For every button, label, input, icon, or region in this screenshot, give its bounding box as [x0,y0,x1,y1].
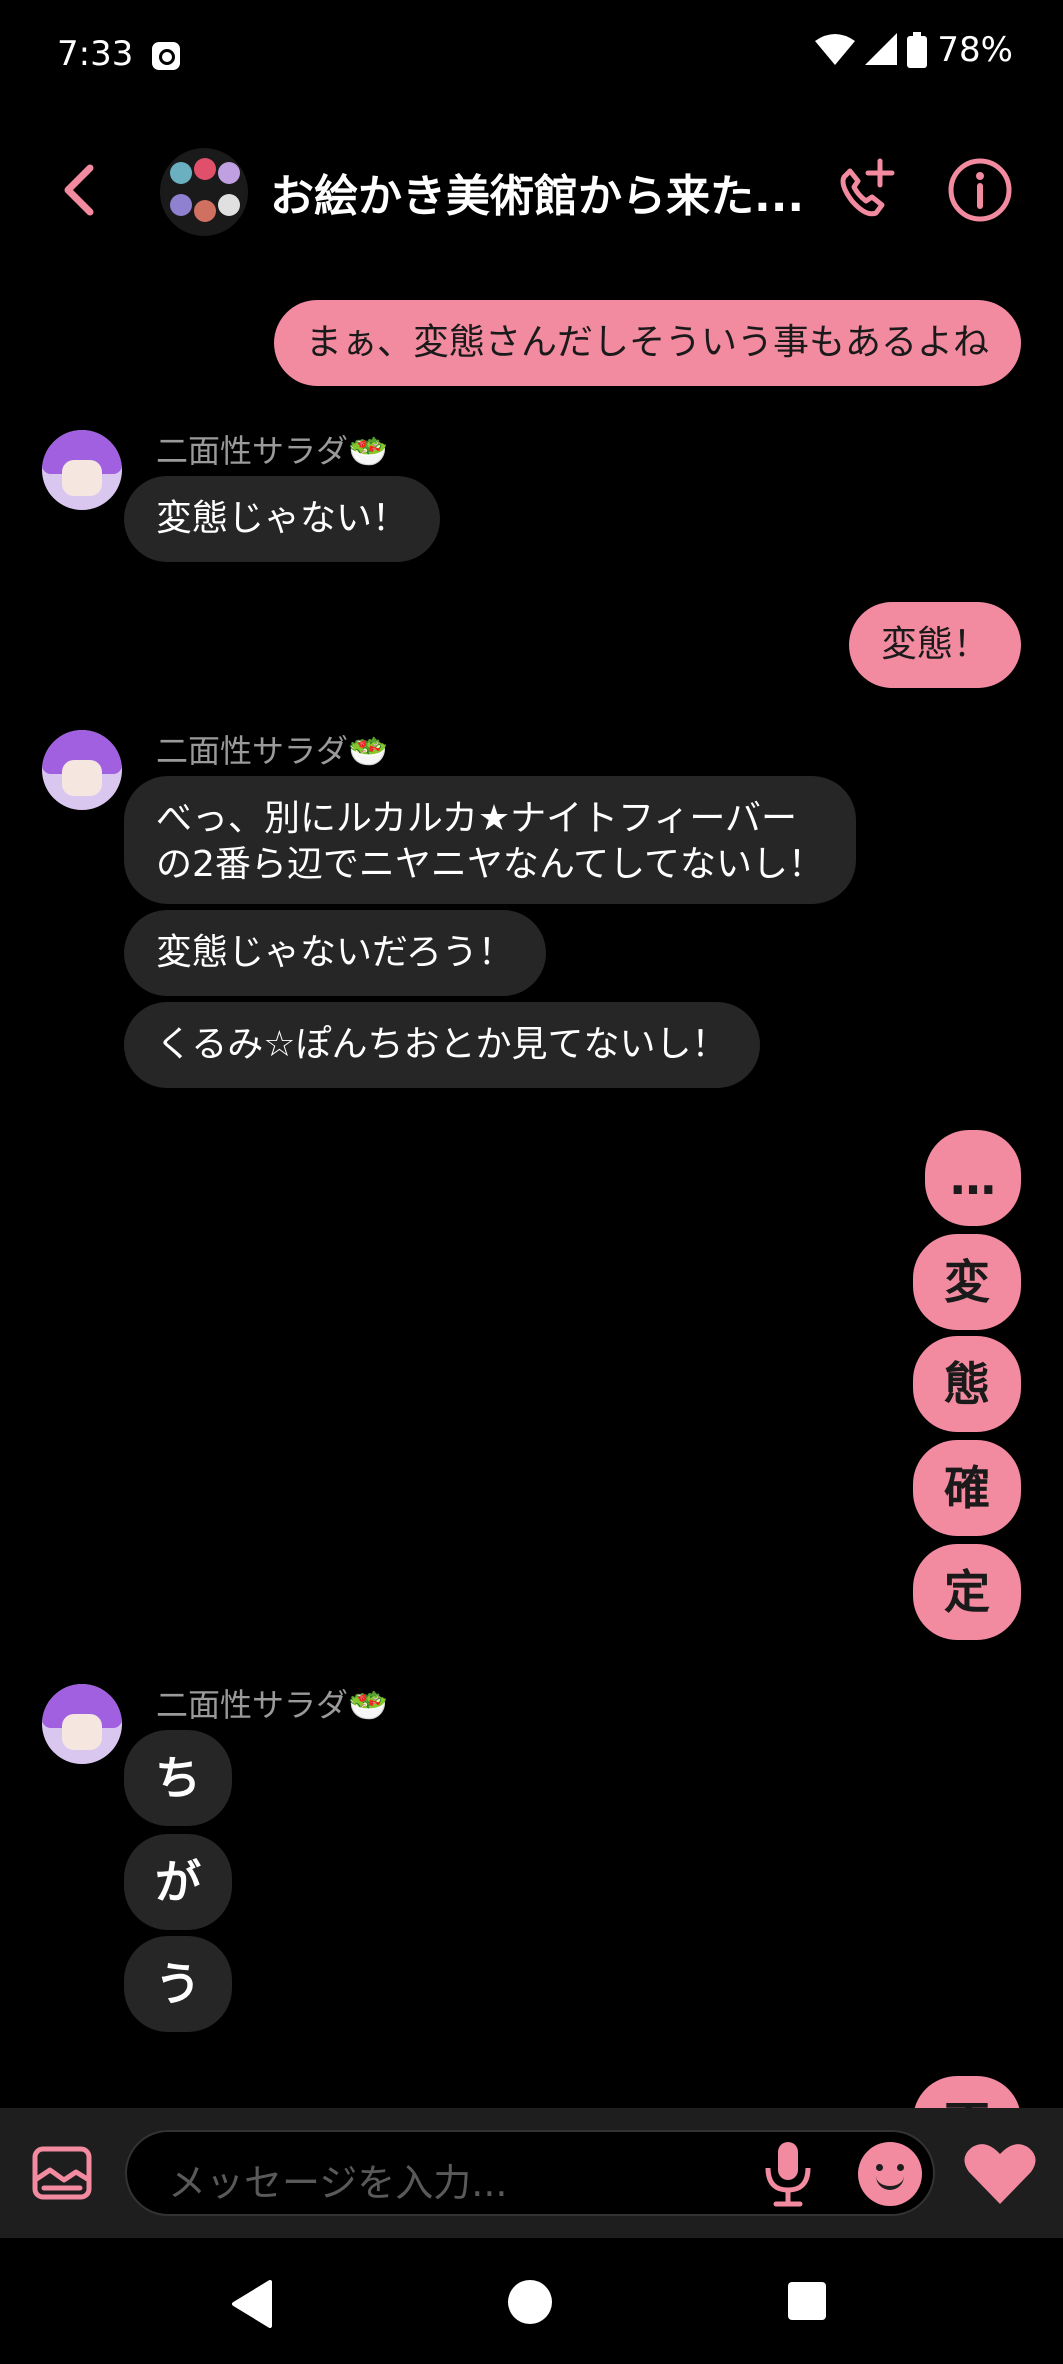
group-avatar[interactable] [160,148,248,236]
incoming-message[interactable]: 変態じゃないだろう！ [124,910,546,996]
notification-icon [152,42,180,70]
sender-name: 二面性サラダ🥗 [156,1686,388,1724]
incoming-message[interactable]: べっ、別にルカルカ★ナイトフィーバー の2番ら辺でニヤニヤなんてしてないし！ [124,776,857,904]
smiley-icon [876,2172,904,2190]
info-icon [948,158,1012,222]
chevron-left-icon [64,164,94,216]
incoming-message[interactable]: が [124,1834,232,1930]
status-time: 7:33 [57,34,134,74]
battery-icon [907,32,928,68]
info-button[interactable] [946,156,1014,224]
battery-percent: 78% [937,30,1013,70]
sender-avatar[interactable] [42,1684,122,1764]
back-button[interactable] [50,150,110,230]
incoming-message[interactable]: 変態じゃない！ [124,476,441,562]
like-button[interactable] [963,2140,1037,2206]
outgoing-message[interactable]: 変 [913,1234,1021,1330]
incoming-message[interactable]: う [124,1936,232,2032]
sender-avatar[interactable] [42,730,122,810]
microphone-icon [765,2142,811,2207]
sender-name: 二面性サラダ🥗 [156,732,388,770]
nav-back-button[interactable] [230,2280,274,2332]
outgoing-message[interactable]: 定 [913,1544,1021,1640]
outgoing-message[interactable]: 確 [913,1440,1021,1536]
gallery-button[interactable] [32,2146,92,2200]
add-call-button[interactable] [830,155,900,225]
signal-icon [865,33,898,65]
sender-avatar[interactable] [42,430,122,510]
nav-recents-button[interactable] [788,2282,826,2320]
incoming-message[interactable]: くるみ☆ぽんちおとか見てないし！ [124,1002,760,1088]
wifi-icon [815,34,856,65]
message-line: べっ、別にルカルカ★ナイトフィーバー [156,798,798,839]
outgoing-message[interactable]: … [925,1130,1021,1226]
phone-plus-icon [840,158,895,217]
message-line: の2番ら辺でニヤニヤなんてしてないし！ [156,844,825,885]
outgoing-message[interactable]: 態 [913,1336,1021,1432]
voice-button[interactable] [760,2140,816,2208]
incoming-message[interactable]: ち [124,1730,232,1826]
sender-name: 二面性サラダ🥗 [156,432,388,470]
outgoing-message[interactable]: 変態！ [848,602,1021,688]
outgoing-message[interactable]: まぁ、変態さんだしそういう事もあるよね [273,300,1021,386]
nav-home-button[interactable] [508,2280,552,2324]
status-indicators: 78% [815,30,1013,70]
emoji-button[interactable] [858,2142,922,2206]
image-icon [32,2146,92,2200]
heart-icon [964,2144,1036,2204]
chat-title[interactable]: お絵かき美術館から来た... [270,160,804,224]
message-input-placeholder: メッセージを入力... [168,2161,508,2205]
triangle-back-icon [232,2280,272,2328]
